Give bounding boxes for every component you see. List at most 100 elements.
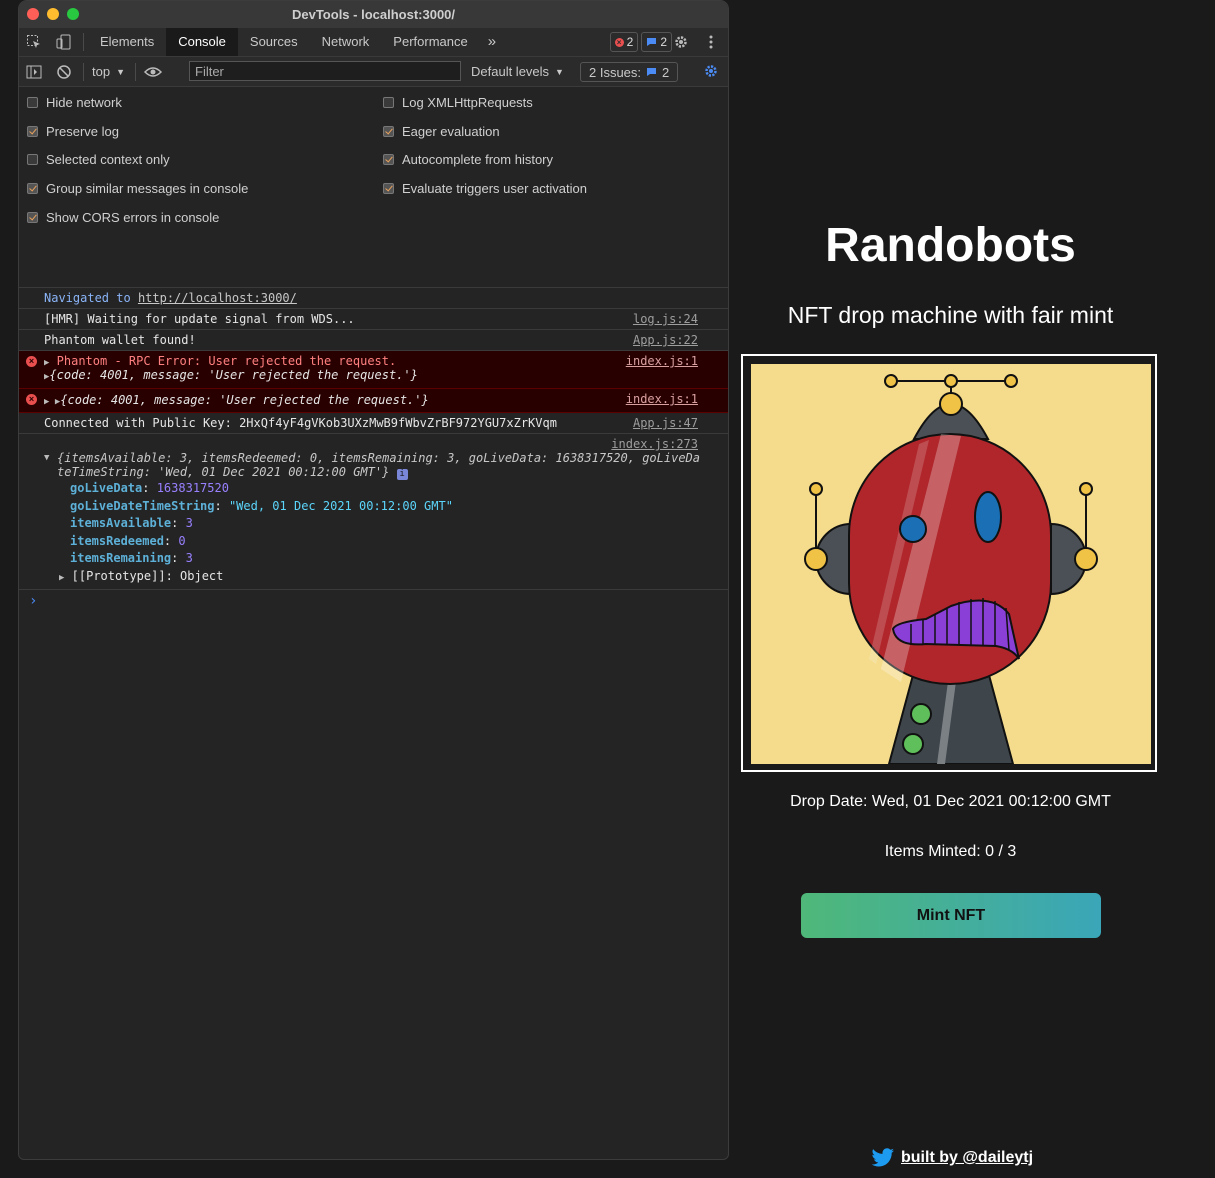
kebab-menu-icon[interactable] xyxy=(696,28,726,56)
setting-settings_left-2[interactable]: Selected context only xyxy=(27,149,170,169)
source-link[interactable]: App.js:22 xyxy=(633,333,698,347)
tab-console[interactable]: Console xyxy=(166,28,238,56)
setting-label: Selected context only xyxy=(46,151,170,167)
sidebar-toggle-icon[interactable] xyxy=(19,58,49,86)
setting-label: Preserve log xyxy=(46,123,119,139)
checkbox[interactable] xyxy=(383,96,394,108)
message-icon xyxy=(647,68,657,76)
filter-input[interactable] xyxy=(189,61,461,81)
log-row-phantom-found: Phantom wallet found! App.js:22 xyxy=(19,330,728,351)
object-field: goLiveDateTimeString: "Wed, 01 Dec 2021 … xyxy=(70,498,720,516)
built-by-link[interactable]: built by @daileytj xyxy=(901,1149,1033,1167)
nft-preview xyxy=(741,354,1157,772)
field-separator: : xyxy=(171,551,186,565)
checkbox[interactable] xyxy=(383,182,394,194)
setting-settings_right-3[interactable]: Evaluate triggers user activation xyxy=(383,178,587,198)
checkbox[interactable] xyxy=(383,153,394,165)
error-icon: × xyxy=(26,394,37,405)
error-count-badge[interactable]: × 2 xyxy=(609,32,639,52)
tab-network[interactable]: Network xyxy=(310,28,382,56)
dropdown-arrow-icon: ▼ xyxy=(555,66,564,77)
source-link[interactable]: index.js:1 xyxy=(626,392,698,406)
setting-settings_right-1[interactable]: Eager evaluation xyxy=(383,121,500,141)
gear-icon[interactable] xyxy=(666,28,696,56)
toolbar-divider xyxy=(83,62,84,81)
eye-icon[interactable] xyxy=(142,58,164,86)
collapse-arrow-icon[interactable]: ▼ xyxy=(44,453,49,463)
checkbox[interactable] xyxy=(383,125,394,137)
twitter-icon xyxy=(871,1148,894,1167)
setting-label: Autocomplete from history xyxy=(402,151,554,167)
setting-settings_right-2[interactable]: Autocomplete from history xyxy=(383,149,553,169)
counts-group[interactable]: × 2 2 xyxy=(607,32,672,52)
field-value: "Wed, 01 Dec 2021 00:12:00 GMT" xyxy=(228,498,453,513)
field-key: itemsAvailable xyxy=(70,516,172,530)
checkbox[interactable] xyxy=(27,182,38,194)
footer: built by @daileytj xyxy=(871,1148,1033,1168)
source-link[interactable]: index.js:1 xyxy=(626,354,698,368)
console-settings-panel: Hide network Preserve log Selected context… xyxy=(19,87,728,288)
expand-arrow-icon[interactable]: ▶ xyxy=(44,358,49,368)
inspect-element-icon[interactable] xyxy=(19,28,49,56)
error-object[interactable]: {code: 4001, message: 'User rejected the… xyxy=(49,368,417,382)
console-settings-icon[interactable] xyxy=(696,57,726,85)
devtools-window: DevTools - localhost:3000/ Elements Cons… xyxy=(18,0,729,1160)
log-row-rpc-error: × ▶ Phantom - RPC Error: User rejected t… xyxy=(19,351,728,389)
log-message: [HMR] Waiting for update signal from WDS… xyxy=(44,312,355,326)
expand-arrow-icon[interactable]: ▶ xyxy=(59,573,64,583)
log-row-rpc-error-2: × ▶ ▶{code: 4001, message: 'User rejecte… xyxy=(19,389,728,413)
field-value: 3 xyxy=(185,516,193,530)
navigated-url-link[interactable]: http://localhost:3000/ xyxy=(138,291,297,305)
object-summary-line[interactable]: {itemsAvailable: 3, itemsRedeemed: 0, it… xyxy=(57,451,720,465)
close-window-button[interactable] xyxy=(27,8,39,20)
log-message: Phantom wallet found! xyxy=(44,333,196,347)
issues-count: 2 xyxy=(662,64,670,80)
field-key: itemsRemaining xyxy=(70,551,172,565)
prototype-line[interactable]: [[Prototype]]: Object xyxy=(72,569,224,583)
mint-nft-button[interactable]: Mint NFT xyxy=(801,893,1101,938)
device-toolbar-icon[interactable] xyxy=(49,28,79,56)
window-title: DevTools - localhost:3000/ xyxy=(291,7,456,22)
source-link[interactable]: index.js:273 xyxy=(611,437,698,451)
devtools-titlebar: DevTools - localhost:3000/ xyxy=(19,1,728,28)
clear-console-icon[interactable] xyxy=(49,58,79,86)
checkbox[interactable] xyxy=(27,211,38,223)
field-key: goLiveDateTimeString xyxy=(70,498,215,513)
log-levels-dropdown[interactable]: Default levels ▼ xyxy=(471,57,564,86)
checkbox[interactable] xyxy=(27,125,38,137)
message-icon xyxy=(647,38,657,46)
minimize-window-button[interactable] xyxy=(47,8,59,20)
tab-elements[interactable]: Elements xyxy=(88,28,166,56)
console-prompt[interactable]: › xyxy=(19,590,728,612)
issues-button[interactable]: 2 Issues: 2 xyxy=(580,62,679,82)
issues-label: 2 Issues: xyxy=(589,64,642,80)
object-summary-line[interactable]: teTimeString: 'Wed, 01 Dec 2021 00:12:00… xyxy=(57,465,389,479)
source-link[interactable]: App.js:47 xyxy=(633,416,698,430)
source-link[interactable]: log.js:24 xyxy=(633,312,698,326)
setting-settings_left-3[interactable]: Group similar messages in console xyxy=(27,178,248,198)
expand-arrow-icon[interactable]: ▶ ▶ xyxy=(44,397,60,407)
field-separator: : xyxy=(163,533,179,548)
field-value: 1638317520 xyxy=(156,481,229,495)
object-field: goLiveData: 1638317520 xyxy=(70,480,720,498)
info-icon[interactable]: i xyxy=(396,469,408,480)
setting-settings_left-0[interactable]: Hide network xyxy=(27,92,122,112)
setting-label: Show CORS errors in console xyxy=(46,209,220,225)
error-message: Phantom - RPC Error: User rejected the r… xyxy=(56,354,397,368)
console-toolbar: top ▼ Default levels ▼ 2 Issues: 2 xyxy=(19,57,728,87)
context-selector[interactable]: top ▼ xyxy=(88,64,129,79)
setting-settings_right-0[interactable]: Log XMLHttpRequests xyxy=(383,92,533,112)
tab-sources[interactable]: Sources xyxy=(238,28,310,56)
drop-date: Drop Date: Wed, 01 Dec 2021 00:12:00 GMT xyxy=(790,793,1111,810)
zoom-window-button[interactable] xyxy=(67,8,79,20)
more-tabs-button[interactable]: » xyxy=(480,28,504,56)
setting-settings_left-1[interactable]: Preserve log xyxy=(27,121,119,141)
checkbox[interactable] xyxy=(27,153,38,165)
error-object[interactable]: {code: 4001, message: 'User rejected the… xyxy=(60,393,428,407)
log-row-candy-machine-state: index.js:273 ▼ {itemsAvailable: 3, items… xyxy=(19,434,728,590)
object-field: itemsAvailable: 3 xyxy=(70,515,720,533)
checkbox[interactable] xyxy=(27,96,38,108)
tab-performance[interactable]: Performance xyxy=(381,28,479,56)
prompt-caret: › xyxy=(29,593,38,609)
setting-settings_left-4[interactable]: Show CORS errors in console xyxy=(27,207,219,227)
